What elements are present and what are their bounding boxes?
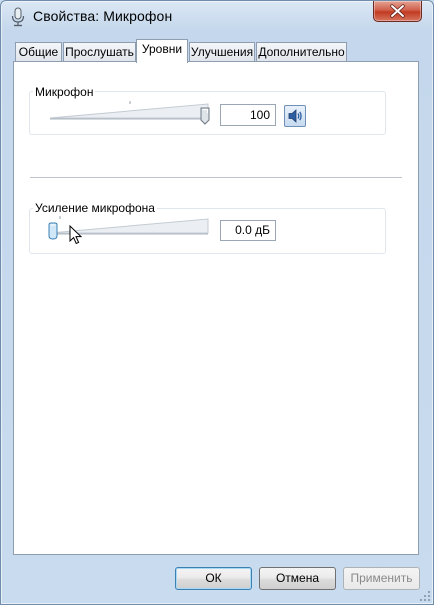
dialog-window: Свойства: Микрофон Общие Прослушать Уров… [0,0,434,605]
title-bar[interactable]: Свойства: Микрофон [1,1,433,33]
tab-listen[interactable]: Прослушать [63,42,136,61]
cancel-button[interactable]: Отмена [259,567,336,590]
microphone-boost-slider-thumb[interactable] [48,222,58,240]
ok-button[interactable]: ОК [175,567,252,590]
microphone-boost-input[interactable]: 0.0 дБ [220,220,276,241]
microphone-label: Микрофон [33,85,96,99]
microphone-level-track[interactable] [48,100,210,124]
microphone-level-input[interactable]: 100 [220,104,276,126]
close-button[interactable] [373,1,422,22]
microphone-icon [11,7,25,27]
apply-button[interactable]: Применить [343,567,420,590]
close-icon [390,4,405,18]
window-title: Свойства: Микрофон [33,8,173,24]
levels-panel: Микрофон 100 Усиление микрофона 0.0 дБ [13,61,419,555]
mouse-cursor-icon [69,225,83,245]
resize-grip-icon[interactable] [419,590,431,602]
section-divider [30,177,402,178]
speaker-icon [288,109,302,123]
tab-levels[interactable]: Уровни [136,39,188,63]
mute-button[interactable] [284,105,306,127]
tab-advanced[interactable]: Дополнительно [256,42,347,61]
tab-enhancements[interactable]: Улучшения [189,42,255,61]
microphone-slider-thumb[interactable] [200,107,210,125]
tab-general[interactable]: Общие [15,42,62,61]
microphone-boost-label: Усиление микрофона [33,201,157,215]
